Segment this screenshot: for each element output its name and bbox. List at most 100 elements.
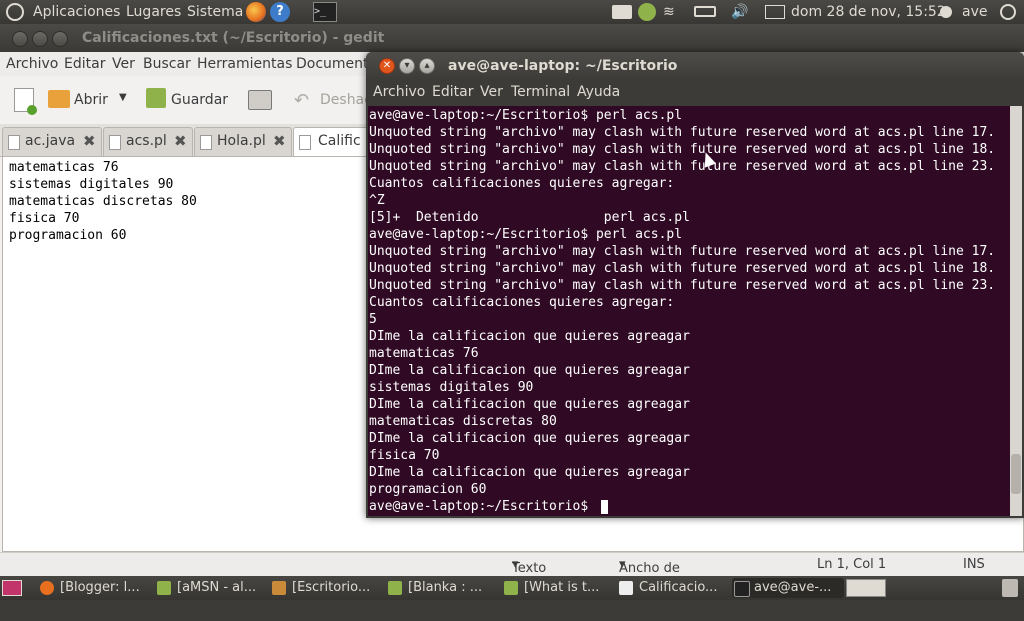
new-document-icon[interactable] [14, 88, 37, 115]
terminal-output[interactable]: ave@ave-laptop:~/Escritorio$ perl acs.pl… [368, 106, 1010, 516]
menu-sistema[interactable]: Sistema [187, 0, 243, 24]
taskbar-label: Calificacio... [639, 580, 718, 595]
menu-herramientas[interactable]: Herramientas [197, 56, 292, 72]
taskbar-item-amsn[interactable]: [aMSN - al... [155, 578, 263, 598]
taskbar-label: [Escritorio... [292, 580, 371, 595]
close-tab-icon[interactable]: ✖ [174, 132, 187, 150]
terminal-window: ✕ ▾ ▴ ave@ave-laptop: ~/Escritorio Archi… [366, 52, 1024, 518]
user-icon[interactable] [940, 6, 952, 18]
volume-icon[interactable]: 🔊 [731, 2, 751, 22]
close-icon[interactable] [12, 31, 28, 47]
battery-icon[interactable] [694, 6, 716, 17]
terminal-line: Unquoted string "archivo" may clash with… [369, 244, 996, 259]
terminal-line: sistemas digitales 90 [369, 380, 534, 395]
show-desktop-icon[interactable] [2, 580, 22, 596]
open-button[interactable]: Abrir [46, 82, 110, 118]
minimize-icon[interactable]: ▾ [399, 58, 415, 74]
help-icon[interactable]: ? [270, 2, 290, 22]
taskbar-item-terminal[interactable]: ave@ave-... [732, 578, 844, 598]
tab-hola-pl[interactable]: Hola.pl ✖ [194, 127, 292, 156]
terminal-line: programacion 60 [369, 482, 487, 497]
close-icon[interactable]: ✕ [379, 58, 395, 74]
menu-ver[interactable]: Ver [480, 84, 503, 100]
envelope-icon[interactable] [765, 5, 785, 19]
close-tab-icon[interactable]: ✖ [273, 132, 286, 150]
amsn-icon [157, 581, 171, 595]
editor-line: matematicas 76 [9, 160, 119, 175]
terminal-line: Unquoted string "archivo" may clash with… [369, 261, 996, 276]
menu-editar[interactable]: Editar [64, 56, 105, 72]
mail-icon[interactable] [612, 5, 632, 19]
menu-terminal[interactable]: Terminal [511, 84, 570, 100]
terminal-scrollbar-thumb[interactable] [1011, 454, 1021, 494]
trash-icon[interactable] [1002, 579, 1018, 597]
taskbar-item-escritorio[interactable]: [Escritorio... [270, 578, 376, 598]
terminal-line: ^Z [369, 193, 385, 208]
editor-line: programacion 60 [9, 228, 127, 243]
ubuntu-logo-icon[interactable] [6, 3, 24, 21]
taskbar-item-calificaciones[interactable]: Calificacio... [617, 578, 725, 598]
terminal-line: Unquoted string "archivo" may clash with… [369, 142, 996, 157]
terminal-line: 5 [369, 312, 377, 327]
terminal-line: ave@ave-laptop:~/Escritorio$ perl acs.pl [369, 227, 683, 242]
syntax-mode-selector[interactable]: Texto plano ▾ [512, 557, 548, 591]
file-icon [109, 135, 121, 150]
terminal-line: [5]+ Detenido perl acs.pl [369, 210, 690, 225]
menu-aplicaciones[interactable]: Aplicaciones [33, 0, 120, 24]
terminal-title: ave@ave-laptop: ~/Escritorio [448, 58, 678, 74]
user-name[interactable]: ave [962, 0, 987, 24]
gedit-statusbar: Texto plano ▾ Ancho de la tabulación: 8 … [0, 552, 1024, 621]
menu-documento[interactable]: Documento [296, 56, 377, 72]
terminal-line: DIme la calificacion que quieres agreaga… [369, 431, 690, 446]
minimize-icon[interactable] [32, 31, 48, 47]
menu-archivo[interactable]: Archivo [6, 56, 58, 72]
chat-icon [388, 581, 402, 595]
terminal-titlebar[interactable]: ✕ ▾ ▴ ave@ave-laptop: ~/Escritorio [366, 52, 1024, 80]
taskbar-item-what-is[interactable]: [What is t... [502, 578, 608, 598]
gedit-title: Calificaciones.txt (~/Escritorio) - gedi… [82, 30, 385, 46]
save-button[interactable]: Guardar [144, 82, 228, 118]
menu-editar[interactable]: Editar [432, 84, 473, 100]
terminal-line: Unquoted string "archivo" may clash with… [369, 278, 996, 293]
firefox-icon [40, 581, 54, 595]
cursor-position: Ln 1, Col 1 [817, 557, 887, 572]
menu-buscar[interactable]: Buscar [143, 56, 191, 72]
power-icon[interactable] [1000, 4, 1016, 20]
clock[interactable]: dom 28 de nov, 15:52 [791, 0, 946, 24]
menu-ver[interactable]: Ver [112, 56, 135, 72]
firefox-icon[interactable] [246, 2, 266, 22]
gedit-titlebar[interactable]: Calificaciones.txt (~/Escritorio) - gedi… [0, 24, 1024, 52]
text-editor-icon [619, 581, 633, 595]
top-panel: Aplicaciones Lugares Sistema ? >_ ≋ 🔊 do… [0, 0, 1024, 24]
wifi-icon[interactable]: ≋ [663, 2, 683, 22]
editor-line: sistemas digitales 90 [9, 177, 174, 192]
tab-ac-java[interactable]: ac.java ✖ [2, 127, 102, 156]
terminal-line: Unquoted string "archivo" may clash with… [369, 159, 996, 174]
print-icon[interactable] [248, 90, 272, 110]
terminal-line: DIme la calificacion que quieres agreaga… [369, 397, 690, 412]
terminal-prompt: ave@ave-laptop:~/Escritorio$ [369, 499, 596, 514]
tab-acs-pl[interactable]: acs.pl ✖ [103, 127, 193, 156]
undo-button[interactable]: ↶ Deshac [292, 82, 372, 118]
taskbar-item-blogger[interactable]: [Blogger: l... [38, 578, 146, 598]
menu-lugares[interactable]: Lugares [126, 0, 181, 24]
maximize-icon[interactable] [52, 31, 68, 47]
terminal-launcher-icon[interactable]: >_ [313, 2, 337, 22]
workspace-switcher[interactable] [846, 579, 886, 597]
terminal-line: DIme la calificacion que quieres agreaga… [369, 329, 690, 344]
menu-archivo[interactable]: Archivo [373, 84, 425, 100]
tab-width-selector[interactable]: Ancho de la tabulación: 8 ▾ [619, 557, 691, 621]
terminal-menubar: Archivo Editar Ver Terminal Ayuda [366, 80, 1024, 106]
close-tab-icon[interactable]: ✖ [83, 132, 96, 150]
terminal-line: Unquoted string "archivo" may clash with… [369, 125, 996, 140]
insert-mode: INS [963, 557, 985, 572]
terminal-line: DIme la calificacion que quieres agreaga… [369, 363, 690, 378]
tab-label: Hola.pl [217, 133, 266, 149]
terminal-line: Cuantos calificaciones quieres agregar: [369, 295, 675, 310]
terminal-icon [734, 581, 750, 597]
maximize-icon[interactable]: ▴ [419, 58, 435, 74]
menu-ayuda[interactable]: Ayuda [577, 84, 620, 100]
chat-status-icon[interactable] [638, 3, 656, 21]
taskbar-item-blanka[interactable]: [Blanka : ... [386, 578, 492, 598]
chevron-down-icon[interactable]: ▼ [119, 92, 127, 103]
